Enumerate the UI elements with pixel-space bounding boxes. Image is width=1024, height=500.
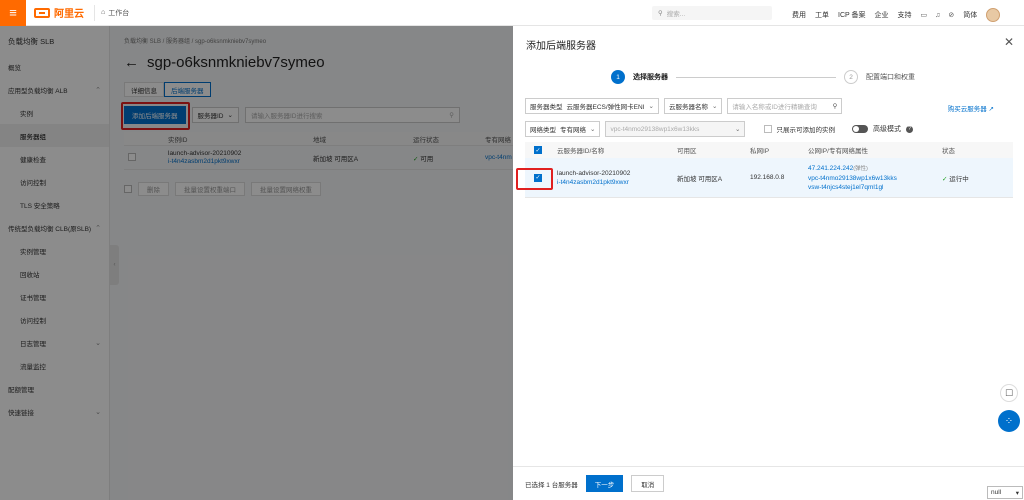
- close-icon[interactable]: ✕: [1004, 35, 1014, 49]
- server-type-label: 服务器类型: [530, 104, 563, 111]
- network-type-select[interactable]: 网络类型 专有网络 ⌄: [525, 121, 601, 137]
- row-network-cell: 47.241.224.242(弹性) vpc-t4nmo29138wp1x6w1…: [808, 164, 942, 192]
- language-switch[interactable]: 简体: [963, 10, 977, 20]
- bell-icon[interactable]: ♫: [935, 12, 940, 19]
- drawer-footer: 已选择 1 台服务器 下一步 取消: [513, 466, 1024, 500]
- only-addable-box[interactable]: [764, 125, 773, 133]
- search-icon[interactable]: ⚲: [833, 102, 838, 110]
- terminal-icon[interactable]: ▭: [921, 11, 928, 19]
- search-field-select[interactable]: 云服务器名称 ⌄: [663, 98, 723, 114]
- cancel-button[interactable]: 取消: [631, 475, 665, 492]
- advanced-mode-toggle[interactable]: [851, 125, 868, 133]
- workbench-label: 工作台: [108, 9, 130, 17]
- server-select-table: ✓ 云服务器ID/名称 可用区 私网IP 公网IP/专有网络属性 状态 ✓ la…: [525, 142, 1013, 198]
- modal-overlay[interactable]: [0, 26, 513, 500]
- help-icon[interactable]: ?: [905, 125, 913, 133]
- row-vpc-link[interactable]: vpc-t4nmo29138wp1x6w13kks: [808, 174, 942, 183]
- search-field-value: 云服务器名称: [668, 104, 708, 111]
- help-icon[interactable]: ⊘: [948, 11, 954, 19]
- top-link-icp[interactable]: ICP 备案: [838, 10, 866, 20]
- row-server-cell: launch-advisor-20210902 i-t4n4zasbm2d1pk…: [557, 169, 677, 187]
- only-addable-checkbox[interactable]: 只展示可添加的实例: [764, 124, 835, 134]
- row-private-ip: 192.168.0.8: [750, 174, 785, 181]
- drawer-filter-row-2: 网络类型 专有网络 ⌄ vpc-t4nmo29138wp1x6w13kks ⌄ …: [525, 121, 913, 137]
- step-connector: [676, 76, 836, 78]
- row-public-ip: 47.241.224.242: [808, 164, 854, 172]
- step-2-label: 配置端口和权重: [866, 74, 915, 81]
- drawer-filter-row-1: 服务器类型 云服务器ECS/弹性网卡ENI ⌄ 云服务器名称 ⌄ 请输入名称或I…: [525, 98, 843, 114]
- buy-server-label: 购买云服务器: [947, 106, 987, 113]
- buy-server-link[interactable]: 购买云服务器 ↗: [948, 103, 994, 113]
- global-search-placeholder: 搜索...: [666, 11, 686, 18]
- chevron-down-icon: ⌄: [711, 103, 718, 110]
- top-link-enterprise[interactable]: 企业: [875, 10, 889, 20]
- row-status-text: 运行中: [949, 175, 969, 183]
- search-icon: ⚲: [658, 10, 663, 17]
- advanced-mode-label: 高级模式: [872, 126, 901, 133]
- top-nav-links: 费用 工单 ICP 备案 企业 支持 ▭ ♫ ⊘ 简体: [792, 8, 1001, 22]
- network-type-value: 专有网络: [560, 127, 586, 134]
- selected-count: 已选择 1 台服务器: [525, 481, 578, 489]
- header-private-ip: 私网IP: [750, 148, 770, 155]
- chevron-down-icon: ⌄: [590, 126, 596, 133]
- global-search-input[interactable]: ⚲ 搜索...: [652, 6, 772, 20]
- checked-icon: ✓: [534, 146, 542, 154]
- server-type-select[interactable]: 服务器类型 云服务器ECS/弹性网卡ENI ⌄: [525, 98, 659, 114]
- step-1-label: 选择服务器: [633, 74, 668, 81]
- chevron-down-icon: ⌄: [735, 126, 741, 133]
- table-header-row: ✓ 云服务器ID/名称 可用区 私网IP 公网IP/专有网络属性 状态: [525, 142, 1013, 158]
- top-bar: ≡ 阿里云 ⌂ 工作台 ⚲ 搜索... 费用 工单 ICP 备案 企业 支持 ▭…: [0, 0, 1024, 26]
- aliyun-logo-icon: [34, 7, 50, 18]
- row-vsw-link[interactable]: vsw-t4njcs4stej1el7qml1gl: [808, 183, 942, 192]
- top-icons: ▭ ♫ ⊘: [921, 11, 955, 20]
- header-status: 状态: [942, 148, 955, 155]
- header-zone: 可用区: [677, 148, 697, 155]
- row-public-ip-note: (弹性): [853, 165, 868, 172]
- header-public-ip: 公网IP/专有网络属性: [808, 148, 868, 155]
- checkbox-highlight: [516, 168, 553, 190]
- next-button[interactable]: 下一步: [585, 475, 624, 492]
- workbench-link[interactable]: ⌂ 工作台: [94, 4, 135, 21]
- top-link-ticket[interactable]: 工单: [815, 10, 829, 20]
- home-icon: ⌂: [101, 9, 106, 16]
- drawer-search-placeholder: 请输入名称或ID进行精确查询: [732, 104, 817, 111]
- table-row[interactable]: ✓ launch-advisor-20210902 i-t4n4zasbm2d1…: [525, 158, 1013, 198]
- top-link-billing[interactable]: 费用: [792, 10, 806, 20]
- header-select-all[interactable]: ✓: [525, 146, 557, 154]
- step-1-number: 1: [611, 70, 625, 84]
- chevron-down-icon: ⌄: [648, 103, 654, 110]
- top-link-support[interactable]: 支持: [898, 10, 912, 20]
- check-icon: ✓: [942, 175, 948, 183]
- apps-grid-icon[interactable]: ⁘: [998, 410, 1020, 432]
- hamburger-menu-icon[interactable]: ≡: [0, 0, 26, 26]
- brand-logo[interactable]: 阿里云: [34, 5, 84, 20]
- chat-icon[interactable]: ☐: [1000, 384, 1018, 402]
- corner-select[interactable]: null ▾: [987, 486, 1023, 499]
- server-type-value: 云服务器ECS/弹性网卡ENI: [566, 104, 645, 111]
- external-link-icon: ↗: [988, 106, 994, 113]
- brand-name: 阿里云: [54, 9, 84, 20]
- row-zone: 新加坡 可用区A: [677, 175, 723, 183]
- user-avatar[interactable]: [986, 8, 1001, 22]
- row-status-cell: ✓ 运行中: [942, 173, 1012, 183]
- vpc-select-value: vpc-t4nmo29138wp1x6w13kks: [610, 125, 700, 133]
- step-2-number: 2: [844, 70, 858, 84]
- corner-select-value: null: [991, 489, 1002, 496]
- drawer-title: 添加后端服务器: [526, 41, 596, 52]
- row-server-id-link[interactable]: i-t4n4zasbm2d1pkt9xwxr: [557, 178, 677, 187]
- add-server-drawer: 添加后端服务器 ✕ 1 选择服务器 2 配置端口和权重 服务器类型 云服务器EC…: [513, 26, 1024, 500]
- header-server-id: 云服务器ID/名称: [557, 148, 605, 155]
- drawer-search-input[interactable]: 请输入名称或ID进行精确查询 ⚲: [727, 98, 843, 114]
- wizard-steps: 1 选择服务器 2 配置端口和权重: [611, 70, 915, 84]
- chevron-down-icon: ▾: [1015, 489, 1019, 497]
- vpc-select: vpc-t4nmo29138wp1x6w13kks ⌄: [605, 121, 746, 137]
- network-type-label: 网络类型: [530, 127, 556, 134]
- row-server-name: launch-advisor-20210902: [557, 169, 631, 177]
- only-addable-label: 只展示可添加的实例: [776, 127, 835, 134]
